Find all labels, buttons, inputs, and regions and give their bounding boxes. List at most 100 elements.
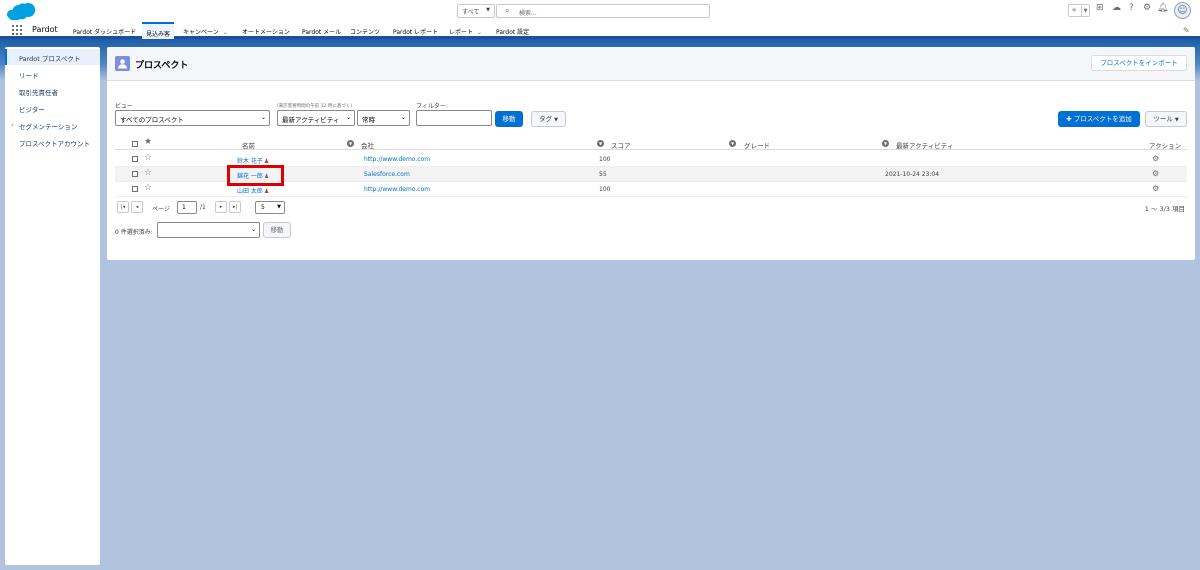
plus-icon: ✚: [1066, 115, 1072, 123]
search-scope-select[interactable]: すべて ▼: [457, 4, 495, 18]
caret-down-icon: ▼: [554, 117, 558, 123]
search-input[interactable]: ⌕ 検索...: [496, 4, 710, 18]
app-launcher-icon[interactable]: [12, 25, 22, 35]
tools-button[interactable]: ツール ▼: [1145, 111, 1187, 127]
gear-icon[interactable]: ⚙: [1152, 154, 1159, 163]
selected-count-label: 0 件選択済み:: [115, 229, 153, 236]
column-header-company[interactable]: 会社: [361, 140, 374, 150]
search-scope-label: すべて: [462, 9, 480, 16]
sidebar-item-visitors[interactable]: ビジター: [5, 100, 100, 116]
tab-reports[interactable]: レポート ⌄: [449, 27, 482, 36]
sidebar-item-contacts[interactable]: 取引先責任者: [5, 83, 100, 99]
chevron-right-icon[interactable]: ›: [11, 121, 14, 129]
tag-button-label: タグ: [539, 115, 553, 123]
prospect-name-link[interactable]: 山田 太郎♟: [237, 186, 269, 195]
activity-select-value: 最新アクティビティ: [282, 116, 340, 124]
notification-bell-icon[interactable]: 🔔︎: [1157, 3, 1168, 13]
prospect-name-link[interactable]: 鈴木 花子♟: [237, 156, 269, 165]
activity-select[interactable]: 最新アクティビティ ⌄: [277, 110, 355, 126]
company-link[interactable]: http://www.demo.com: [364, 156, 430, 163]
prev-page-button[interactable]: ◂: [131, 201, 143, 213]
column-header-last-activity[interactable]: 最新アクティビティ: [896, 140, 953, 150]
filter-input[interactable]: [416, 110, 492, 126]
row-checkbox[interactable]: [132, 156, 138, 162]
score-cell: 55: [599, 171, 607, 178]
favorites-button[interactable]: ★ ▼: [1068, 4, 1090, 17]
sidebar-item-prospect-accounts[interactable]: プロスペクトアカウント: [5, 134, 100, 150]
star-outline-icon[interactable]: ☆: [144, 183, 152, 193]
row-checkbox[interactable]: [132, 171, 138, 177]
tab-content[interactable]: コンテンツ: [350, 27, 380, 36]
last-page-button[interactable]: ▸|: [229, 201, 241, 213]
tab-pardot-dashboard[interactable]: Pardot ダッシュボード: [73, 27, 136, 36]
sort-icon[interactable]: ▼: [347, 140, 354, 147]
company-link[interactable]: Salesforce.com: [364, 171, 410, 178]
sort-icon[interactable]: ▼: [597, 140, 604, 147]
add-icon[interactable]: ⊞: [1096, 3, 1104, 13]
bulk-action-select[interactable]: ⌄: [157, 222, 260, 238]
table-header: ★ 名前 ▼ 会社 ▼ スコア ▼ グレード ▼ 最新アクティビティ アクション: [115, 137, 1187, 150]
tab-campaigns[interactable]: キャンペーン ⌄: [183, 27, 228, 36]
sidebar-item-segmentation[interactable]: › セグメンテーション: [5, 117, 100, 133]
sidebar: Pardot プロスペクト リード 取引先責任者 ビジター › セグメンテーション…: [5, 47, 100, 565]
tab-pardot-email[interactable]: Pardot メール: [302, 27, 341, 36]
tab-prospects[interactable]: 見込み客: [142, 22, 175, 39]
sidebar-item-leads[interactable]: リード: [5, 66, 100, 82]
column-header-grade[interactable]: グレード: [744, 140, 770, 150]
period-select-value: 常時: [362, 116, 375, 124]
page-number-input[interactable]: 1: [177, 201, 197, 214]
chevron-down-icon: ⌄: [400, 114, 406, 121]
column-header-action: アクション: [1149, 142, 1182, 150]
page-header: プロスペクト プロスペクトをインポート: [107, 47, 1195, 81]
company-link[interactable]: http://www.demo.com: [364, 186, 430, 193]
person-icon: ♟: [263, 188, 270, 195]
search-icon: ⌕: [505, 6, 510, 15]
tag-button[interactable]: タグ ▼: [531, 111, 566, 127]
per-page-select[interactable]: 5 ▼: [255, 201, 285, 214]
tab-pardot-settings[interactable]: Pardot 設定: [496, 27, 529, 36]
import-prospects-button[interactable]: プロスペクトをインポート: [1091, 55, 1187, 71]
salesforce-logo[interactable]: [7, 3, 37, 20]
star-icon: ★: [1071, 6, 1078, 14]
star-outline-icon[interactable]: ☆: [144, 153, 152, 163]
chevron-down-icon: ⌄: [260, 114, 266, 121]
star-outline-icon[interactable]: ☆: [144, 168, 152, 178]
gear-icon[interactable]: ⚙: [1152, 169, 1159, 178]
sidebar-item-pardot-prospects[interactable]: Pardot プロスペクト: [5, 49, 100, 65]
tab-pardot-reports[interactable]: Pardot レポート: [393, 27, 438, 36]
chevron-down-icon: ▼: [486, 7, 490, 13]
per-page-value: 5: [261, 204, 265, 211]
edit-pencil-icon[interactable]: ✎: [1183, 26, 1190, 35]
column-header-score[interactable]: スコア: [611, 140, 631, 150]
score-cell: 100: [599, 156, 611, 163]
chevron-down-icon: ⌄: [250, 226, 256, 233]
global-header: すべて ▼ ⌕ 検索... ★ ▼ ⊞ ☁ ? ⚙ 🔔︎ ☺: [0, 0, 1200, 22]
column-header-name[interactable]: 名前: [242, 140, 255, 150]
avatar[interactable]: ☺: [1174, 2, 1191, 19]
sort-icon[interactable]: ▼: [882, 140, 889, 147]
sort-icon[interactable]: ▼: [729, 140, 736, 147]
search-placeholder: 検索...: [519, 10, 537, 17]
last-activity-cell: 2021-10-24 23:04: [885, 171, 940, 178]
gear-icon[interactable]: ⚙: [1143, 3, 1151, 13]
chevron-down-icon[interactable]: ⌄: [223, 29, 228, 36]
period-select[interactable]: 常時 ⌄: [357, 110, 410, 126]
row-checkbox[interactable]: [132, 186, 138, 192]
main-panel: プロスペクト プロスペクトをインポート ビュー すべてのプロスペクト ⌄ (来店客…: [107, 47, 1195, 260]
view-select[interactable]: すべてのプロスペクト ⌄: [115, 110, 270, 126]
next-page-button[interactable]: ▸: [215, 201, 227, 213]
add-prospect-button[interactable]: ✚ プロスペクトを追加: [1058, 111, 1140, 127]
trailhead-icon[interactable]: ☁: [1112, 3, 1121, 13]
select-all-checkbox[interactable]: [132, 141, 138, 147]
tab-automation[interactable]: オートメーション: [242, 27, 290, 36]
score-cell: 100: [599, 186, 611, 193]
help-icon[interactable]: ?: [1129, 3, 1134, 13]
filter-go-button[interactable]: 移動: [495, 111, 523, 127]
tools-button-label: ツール: [1153, 115, 1173, 123]
caret-down-icon: ▼: [1174, 117, 1179, 123]
first-page-button[interactable]: |◂: [117, 201, 129, 213]
chevron-down-icon[interactable]: ⌄: [477, 29, 482, 36]
add-prospect-label: プロスペクトを追加: [1073, 115, 1132, 123]
gear-icon[interactable]: ⚙: [1152, 184, 1159, 193]
bulk-go-button[interactable]: 移動: [263, 222, 291, 238]
